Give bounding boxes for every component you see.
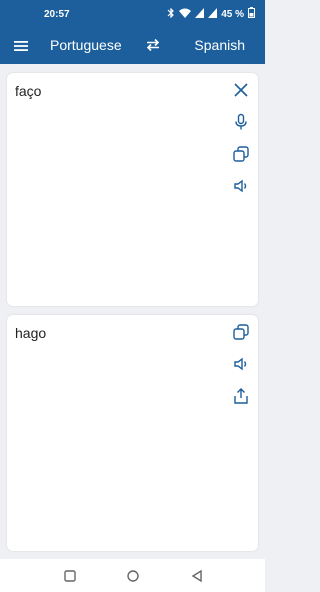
- mic-icon[interactable]: [232, 113, 250, 131]
- copy-icon[interactable]: [232, 323, 250, 341]
- speaker-icon[interactable]: [232, 177, 250, 195]
- bluetooth-icon: [167, 7, 175, 21]
- battery-text: 45 %: [221, 8, 244, 20]
- output-card: hago: [7, 315, 258, 551]
- swap-icon[interactable]: [144, 36, 162, 54]
- source-language-button[interactable]: Portuguese: [50, 37, 122, 53]
- menu-icon[interactable]: [12, 37, 30, 55]
- recents-icon[interactable]: [63, 569, 77, 583]
- signal-icon: [195, 7, 205, 21]
- system-navigation-bar: [0, 559, 265, 592]
- status-bar: 20:57 45 %: [0, 0, 265, 28]
- signal-icon: [208, 7, 218, 21]
- close-icon[interactable]: [232, 81, 250, 99]
- input-actions: [232, 81, 250, 195]
- language-toolbar: Portuguese Spanish: [0, 28, 265, 64]
- home-icon[interactable]: [126, 569, 140, 583]
- back-icon[interactable]: [190, 569, 204, 583]
- copy-icon[interactable]: [232, 145, 250, 163]
- input-text[interactable]: faço: [15, 83, 41, 99]
- share-icon[interactable]: [232, 387, 250, 405]
- status-icons: 45 %: [167, 7, 255, 21]
- output-actions: [232, 323, 250, 405]
- wifi-icon: [179, 8, 192, 21]
- target-language-button[interactable]: Spanish: [194, 37, 245, 53]
- battery-icon: [248, 7, 255, 21]
- output-text: hago: [15, 325, 47, 341]
- speaker-icon[interactable]: [232, 355, 250, 373]
- status-time: 20:57: [44, 9, 70, 20]
- input-card: faço: [7, 73, 258, 306]
